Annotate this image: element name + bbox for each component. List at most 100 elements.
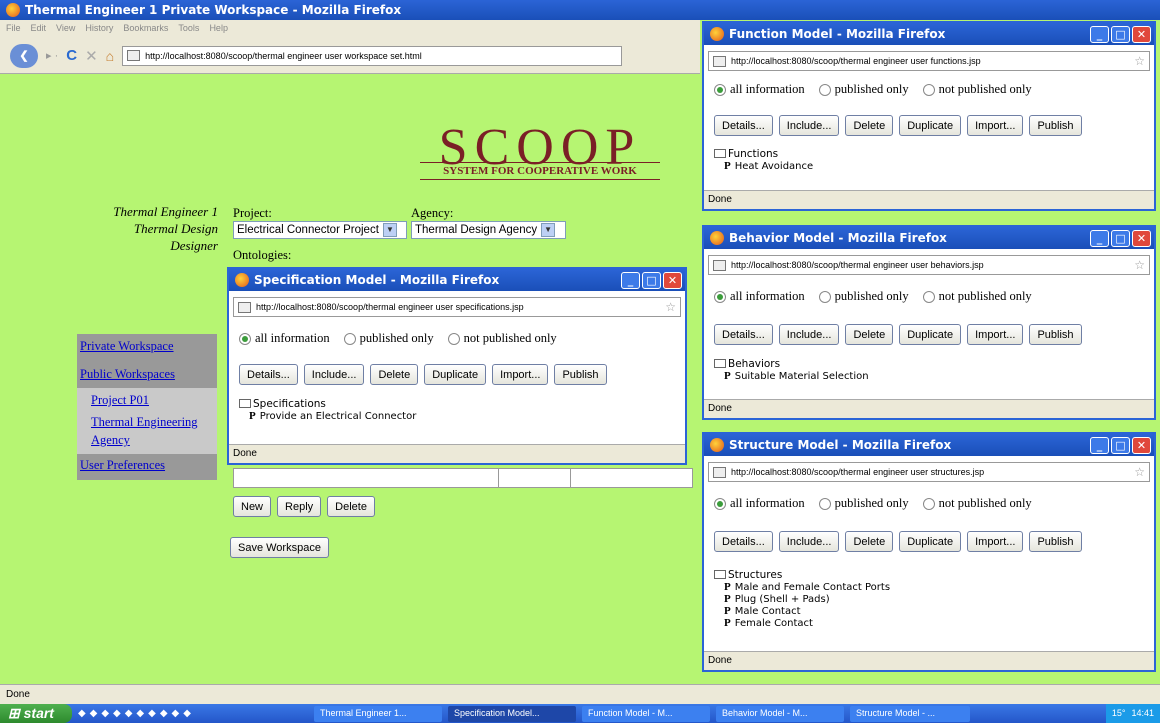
maximize-button[interactable]: □ [1111,25,1130,43]
publish-button[interactable]: Publish [1029,324,1082,345]
new-button[interactable]: New [233,496,272,517]
menu-bookmarks[interactable]: Bookmarks [123,23,168,35]
menu-edit[interactable]: Edit [31,23,47,35]
radio-all-information[interactable] [714,497,726,510]
include-button[interactable]: Include... [778,531,840,552]
tree-root[interactable]: Functions [714,148,1154,160]
behavior-url-bar[interactable]: http://localhost:8080/scoop/thermal engi… [708,255,1150,275]
duplicate-button[interactable]: Duplicate [899,531,962,552]
task-structure-model[interactable]: Structure Model - ... [849,705,970,722]
bookmark-star-icon[interactable]: ☆ [1134,258,1145,272]
menu-tools[interactable]: Tools [178,23,199,35]
duplicate-button[interactable]: Duplicate [899,115,962,136]
delete-button[interactable]: Delete [845,115,894,136]
forward-button[interactable]: ▸ · [46,49,58,62]
publish-button[interactable]: Publish [1029,115,1082,136]
import-button[interactable]: Import... [967,115,1024,136]
minimize-button[interactable]: _ [621,271,640,289]
specification-url-bar[interactable]: http://localhost:8080/scoop/thermal engi… [233,297,681,317]
main-url-bar[interactable]: http://localhost:8080/scoop/thermal engi… [122,45,623,66]
close-button[interactable]: ✕ [1132,25,1151,43]
radio-not-published-only[interactable] [447,332,460,345]
start-button[interactable]: ⊞ start [0,704,72,723]
delete-message-button[interactable]: Delete [327,496,375,517]
minimize-button[interactable]: _ [1090,229,1109,247]
tree-root[interactable]: Specifications [239,398,685,410]
nav-agency[interactable]: Thermal Engineering Agency [77,412,217,454]
nav-project-link[interactable]: Project P01 [91,393,149,407]
nav-user-preferences[interactable]: User Preferences [77,454,217,480]
delete-button[interactable]: Delete [845,324,894,345]
stop-icon[interactable]: ✕ [85,47,98,65]
bookmark-star-icon[interactable]: ☆ [1134,465,1145,479]
details-button[interactable]: Details... [714,531,773,552]
task-behavior-model[interactable]: Behavior Model - M... [715,705,844,722]
menu-help[interactable]: Help [209,23,228,35]
nav-private-workspace-link[interactable]: Private Workspace [80,339,174,353]
radio-published-only[interactable] [818,290,831,303]
task-specification-model[interactable]: Specification Model... [447,705,576,722]
structure-url-bar[interactable]: http://localhost:8080/scoop/thermal engi… [708,462,1150,482]
function-url-bar[interactable]: http://localhost:8080/scoop/thermal engi… [708,51,1150,71]
delete-button[interactable]: Delete [370,364,419,385]
include-button[interactable]: Include... [778,115,840,136]
close-button[interactable]: ✕ [1132,436,1151,454]
tree-item[interactable]: P Male and Female Contact Ports [714,581,1154,593]
tree-item[interactable]: P Suitable Material Selection [714,370,1154,382]
reply-button[interactable]: Reply [277,496,322,517]
nav-private-workspace[interactable]: Private Workspace [77,334,217,362]
menu-file[interactable]: File [6,23,21,35]
tree-root[interactable]: Behaviors [714,358,1154,370]
tree-item[interactable]: P Heat Avoidance [714,160,1154,172]
minimize-button[interactable]: _ [1090,25,1109,43]
details-button[interactable]: Details... [239,364,298,385]
close-button[interactable]: ✕ [1132,229,1151,247]
duplicate-button[interactable]: Duplicate [424,364,487,385]
menu-history[interactable]: History [85,23,113,35]
tree-root[interactable]: Structures [714,569,1154,581]
nav-public-workspaces-link[interactable]: Public Workspaces [80,367,175,381]
publish-button[interactable]: Publish [1029,531,1082,552]
radio-published-only[interactable] [343,332,356,345]
radio-published-only[interactable] [818,83,831,96]
task-thermal-engineer[interactable]: Thermal Engineer 1... [313,705,442,722]
details-button[interactable]: Details... [714,324,773,345]
radio-all-information[interactable] [714,83,726,96]
maximize-button[interactable]: □ [1111,436,1130,454]
minimize-button[interactable]: _ [1090,436,1109,454]
maximize-button[interactable]: □ [1111,229,1130,247]
radio-not-published-only[interactable] [922,83,935,96]
maximize-button[interactable]: □ [642,271,661,289]
bookmark-star-icon[interactable]: ☆ [1134,54,1145,68]
tree-item[interactable]: P Female Contact [714,617,1154,629]
tree-item[interactable]: P Male Contact [714,605,1154,617]
menu-view[interactable]: View [56,23,75,35]
close-button[interactable]: ✕ [663,271,682,289]
duplicate-button[interactable]: Duplicate [899,324,962,345]
radio-not-published-only[interactable] [922,497,935,510]
tree-item[interactable]: P Provide an Electrical Connector [239,410,685,422]
reload-icon[interactable]: C [66,47,77,64]
radio-all-information[interactable] [714,290,726,303]
nav-public-workspaces[interactable]: Public Workspaces [77,362,217,388]
publish-button[interactable]: Publish [554,364,607,385]
import-button[interactable]: Import... [967,531,1024,552]
agency-select[interactable]: Thermal Design Agency ▼ [411,221,566,239]
project-select[interactable]: Electrical Connector Project ▼ [233,221,407,239]
back-button[interactable]: ❮ [10,43,38,68]
home-icon[interactable]: ⌂ [106,48,114,64]
radio-not-published-only[interactable] [922,290,935,303]
nav-project[interactable]: Project P01 [77,388,217,412]
bookmark-star-icon[interactable]: ☆ [665,300,676,314]
include-button[interactable]: Include... [778,324,840,345]
delete-button[interactable]: Delete [845,531,894,552]
tree-item[interactable]: P Plug (Shell + Pads) [714,593,1154,605]
nav-user-preferences-link[interactable]: User Preferences [80,458,165,472]
save-workspace-button[interactable]: Save Workspace [230,537,329,558]
radio-all-information[interactable] [239,332,251,345]
radio-published-only[interactable] [818,497,831,510]
details-button[interactable]: Details... [714,115,773,136]
import-button[interactable]: Import... [492,364,549,385]
nav-agency-link[interactable]: Thermal Engineering Agency [91,415,198,447]
include-button[interactable]: Include... [303,364,365,385]
